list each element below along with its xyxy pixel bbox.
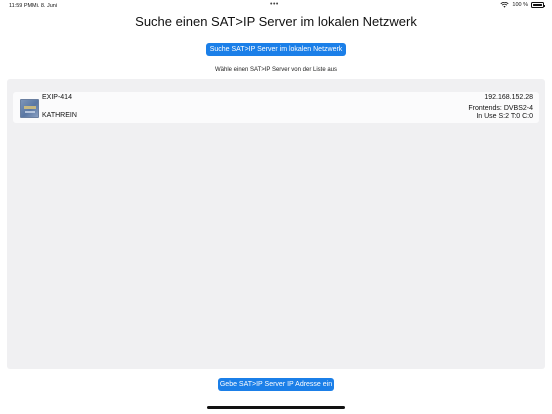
wifi-icon — [500, 2, 509, 8]
server-vendor: KATHREIN — [42, 112, 77, 119]
server-device-icon — [20, 99, 39, 118]
server-name: EXIP-414 — [42, 94, 72, 101]
multitasking-dots[interactable]: ••• — [270, 1, 279, 8]
enter-ip-button[interactable]: Gebe SAT>IP Server IP Adresse ein — [218, 378, 334, 391]
server-in-use: In Use S:2 T:0 C:0 — [476, 113, 533, 120]
status-date: Mi. 8. Juni — [32, 3, 58, 9]
server-ip: 192.168.152.28 — [484, 94, 533, 101]
home-indicator[interactable] — [207, 406, 345, 409]
server-row[interactable]: EXIP-414 KATHREIN 192.168.152.28 Fronten… — [13, 92, 539, 123]
search-servers-button[interactable]: Suche SAT>IP Server im lokalen Netzwerk — [206, 43, 346, 56]
server-frontends: Frontends: DVBS2-4 — [468, 105, 533, 112]
list-caption: Wähle einen SAT>IP Server von der Liste … — [214, 67, 337, 73]
screen: 11:59 PM Mi. 8. Juni ••• 100 % Suche ein… — [0, 0, 552, 414]
server-list[interactable]: EXIP-414 KATHREIN 192.168.152.28 Fronten… — [7, 79, 545, 369]
status-right: 100 % — [500, 2, 546, 8]
status-time: 11:59 PM — [9, 3, 33, 9]
status-bar: 11:59 PM Mi. 8. Juni ••• 100 % — [0, 0, 552, 12]
battery-icon — [531, 2, 546, 8]
battery-label: 100 % — [512, 2, 528, 8]
page-title: Suche einen SAT>IP Server im lokalen Net… — [135, 14, 417, 29]
